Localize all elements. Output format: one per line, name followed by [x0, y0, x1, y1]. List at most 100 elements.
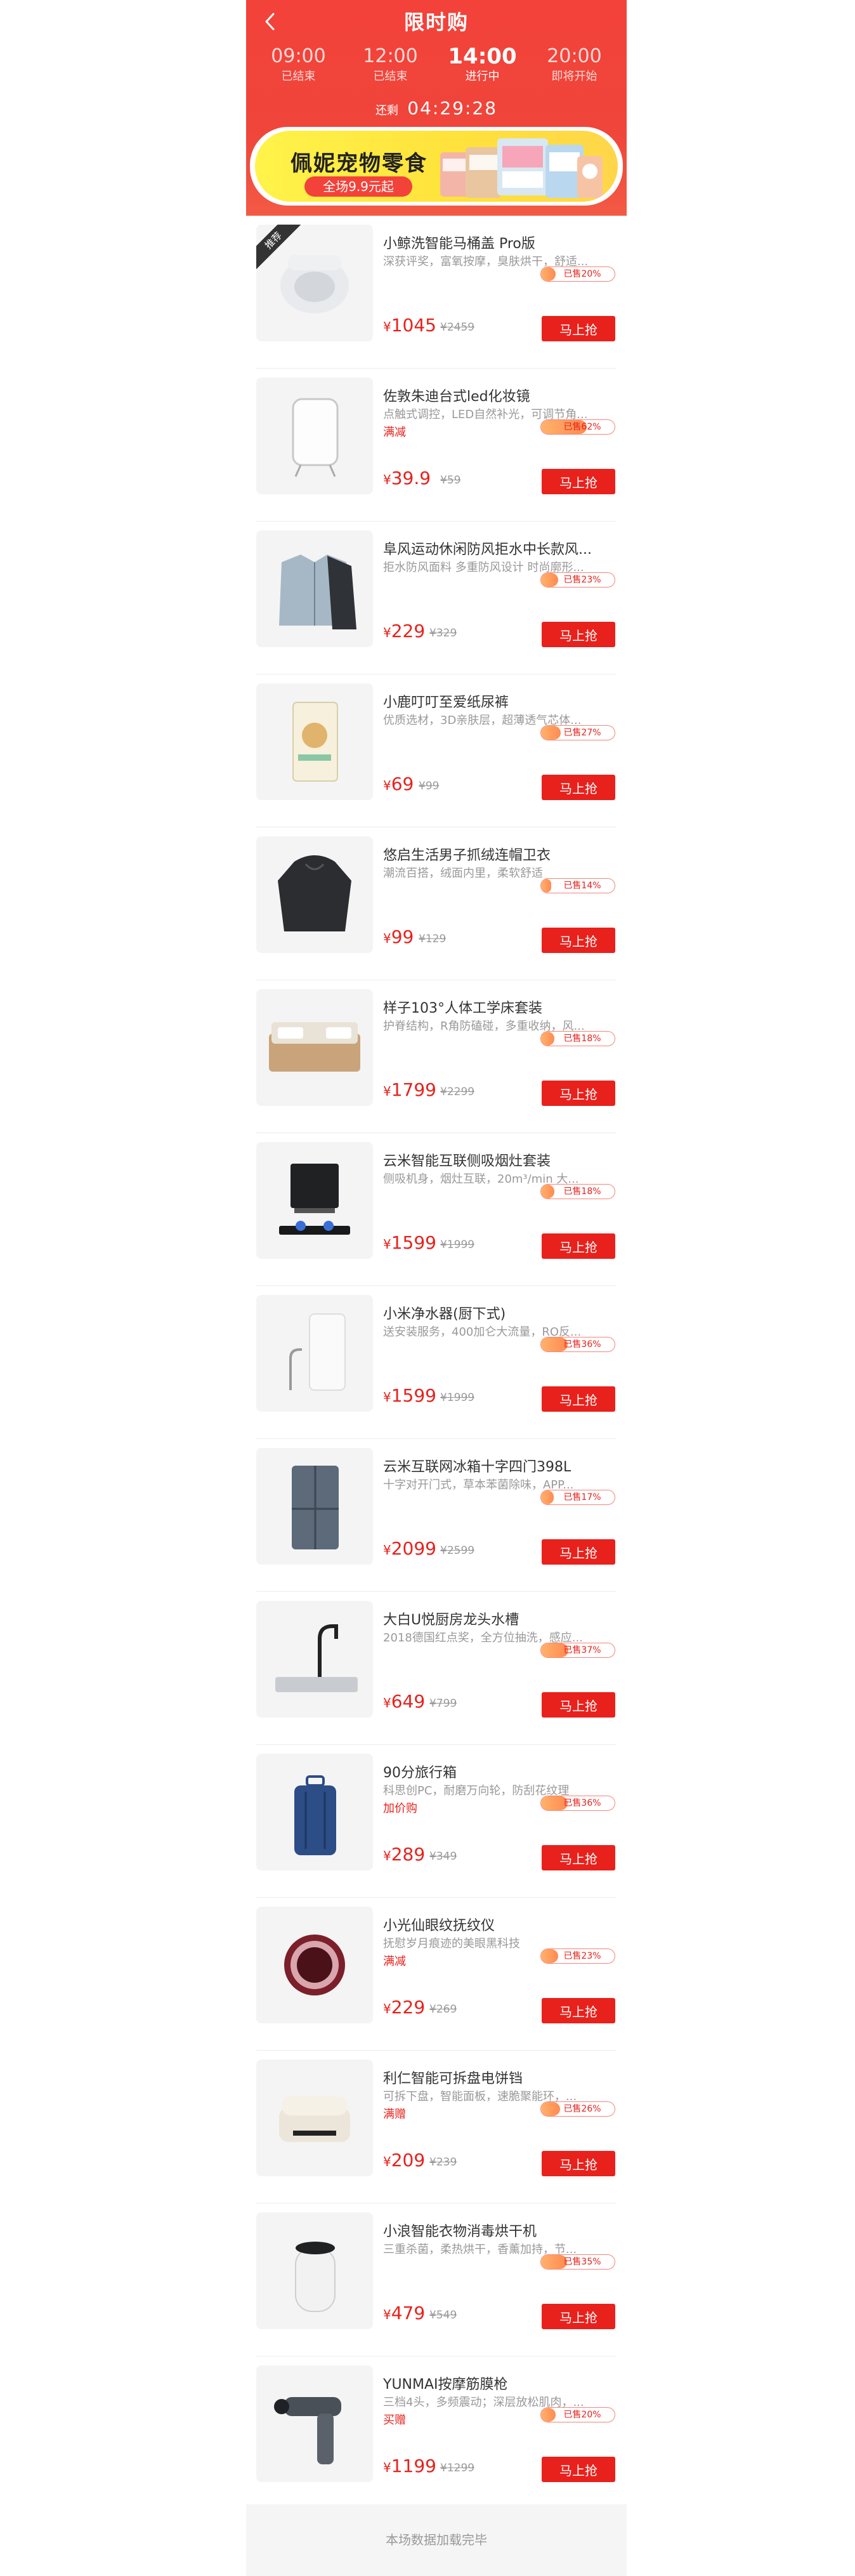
buy-now-button[interactable]: 马上抢 — [542, 316, 615, 341]
price-amount: 69 — [391, 773, 414, 794]
buy-now-button[interactable]: 马上抢 — [542, 2151, 615, 2176]
buy-now-button[interactable]: 马上抢 — [542, 2457, 615, 2482]
product-item[interactable]: 小浪智能衣物消毒烘干机 三重杀菌，柔热烘干，香薰加持，节... 已售35% ¥479 ¥… — [256, 2204, 617, 2356]
sale-price: ¥99 — [383, 926, 414, 947]
nav-bar: 限时购 — [246, 0, 627, 44]
tab-slot-1400[interactable]: 14:00 进行中 — [445, 44, 521, 95]
promo-tag: 满减 — [383, 426, 406, 439]
list-end-note: 本场数据加载完毕 — [246, 2504, 627, 2576]
recommend-corner-tag: 推荐 — [256, 225, 301, 269]
currency-symbol: ¥ — [383, 1848, 391, 1863]
product-item[interactable]: 小光仙眼纹抚纹仪 抚慰岁月痕迹的美眼黑科技 满减 已售23% ¥229 ¥269 马上抢 — [256, 1898, 617, 2051]
promo-tag: 买赠 — [383, 2414, 406, 2427]
product-image[interactable]: 推荐 — [256, 225, 373, 341]
range-hood-icon — [279, 1164, 350, 1235]
currency-symbol: ¥ — [383, 2307, 391, 2322]
original-price: ¥2299 — [440, 1086, 475, 1098]
promo-banner[interactable]: 佩妮宠物零食 全场9.9元起 — [250, 127, 623, 206]
product-image[interactable] — [256, 1907, 373, 2023]
sale-price: ¥1799 — [383, 1079, 436, 1100]
product-name: 云米互联网冰箱十字四门398L — [383, 1459, 571, 1475]
promo-tag: 加价购 — [383, 1802, 417, 1815]
product-item[interactable]: 云米智能互联侧吸烟灶套装 侧吸机身，烟灶互联，20m³/min 大... 已售18%… — [256, 1133, 617, 1286]
product-item[interactable]: 样子103°人体工学床套装 护脊结构，R角防磕碰，多重收纳，风... 已售18% ¥1… — [256, 980, 617, 1133]
product-image[interactable] — [256, 1142, 373, 1259]
product-image[interactable] — [256, 836, 373, 953]
sale-price: ¥229 — [383, 1997, 425, 2018]
product-item[interactable]: 推荐 小鲸洗智能马桶盖 Pro版 深获评奖，富氧按摩，臭肤烘干，舒适... 已售20%… — [256, 216, 617, 369]
product-image[interactable] — [256, 989, 373, 1106]
sold-progress: 已售18% — [540, 1031, 615, 1046]
product-image[interactable] — [256, 378, 373, 494]
sold-percent-label: 已售17% — [563, 1492, 601, 1502]
sale-price: ¥69 — [383, 773, 414, 794]
original-price: ¥1999 — [440, 1239, 475, 1251]
buy-now-button[interactable]: 马上抢 — [542, 1998, 615, 2023]
product-image[interactable] — [256, 683, 373, 800]
buy-now-button[interactable]: 马上抢 — [542, 775, 615, 800]
product-image[interactable] — [256, 1295, 373, 1412]
product-image[interactable] — [256, 2060, 373, 2176]
buy-now-button[interactable]: 马上抢 — [542, 928, 615, 953]
sale-price: ¥479 — [383, 2303, 425, 2323]
product-item[interactable]: 利仁智能可拆盘电饼铛 可拆下盘，智能面板，速脆聚能环，... 满赠 已售26% ¥209… — [256, 2051, 617, 2204]
buy-now-button[interactable]: 马上抢 — [542, 1845, 615, 1870]
sold-percent-label: 已售37% — [563, 1645, 601, 1655]
product-item[interactable]: 阜风运动休闲防风拒水中长款风... 拒水防风面料 多重防风设计 时尚廓形... 已售… — [256, 522, 617, 674]
tab-slot-2000[interactable]: 20:00 即将开始 — [537, 44, 613, 95]
product-image[interactable] — [256, 1448, 373, 1565]
product-image[interactable] — [256, 530, 373, 647]
original-price: ¥1299 — [440, 2462, 475, 2474]
product-image[interactable] — [256, 1601, 373, 1718]
product-image[interactable] — [256, 2365, 373, 2482]
product-name: 云米智能互联侧吸烟灶套装 — [383, 1153, 551, 1169]
buy-now-button[interactable]: 马上抢 — [542, 1233, 615, 1259]
product-item[interactable]: 云米互联网冰箱十字四门398L 十字对开门式，草本苯菌除味，APP... 已售17%… — [256, 1439, 617, 1592]
sold-percent-label: 已售18% — [563, 1186, 601, 1197]
promo-tag: 满减 — [383, 1955, 406, 1968]
product-image[interactable] — [256, 2212, 373, 2329]
buy-now-button[interactable]: 马上抢 — [542, 1692, 615, 1718]
product-item[interactable]: 悠启生活男子抓绒连帽卫衣 潮流百搭，绒面内里，柔软舒适 已售14% ¥99 ¥129 马上… — [256, 827, 617, 980]
product-item[interactable]: 小鹿叮叮至爱纸尿裤 优质选材，3D亲肤层，超薄透气芯体... 已售27% ¥69 ¥99… — [256, 674, 617, 827]
sold-progress: 已售23% — [540, 572, 615, 588]
product-name: 大白U悦厨房龙头水槽 — [383, 1612, 519, 1628]
pet-snack-products-icon — [440, 138, 603, 198]
product-item[interactable]: 大白U悦厨房龙头水槽 2018德国红点奖，全方位抽洗，感应... 已售37% ¥649… — [256, 1592, 617, 1745]
buy-now-button[interactable]: 马上抢 — [542, 1081, 615, 1106]
product-name: 佐敦朱迪台式led化妆镜 — [383, 389, 530, 405]
slot-state: 进行中 — [465, 70, 500, 83]
price-amount: 39.9 — [391, 468, 431, 489]
griddle-icon — [279, 2096, 350, 2142]
currency-symbol: ¥ — [383, 319, 391, 334]
product-image[interactable] — [256, 1754, 373, 1870]
original-price: ¥99 — [419, 780, 440, 792]
mirror-icon — [292, 398, 339, 477]
buy-now-button[interactable]: 马上抢 — [542, 2304, 615, 2329]
original-price: ¥549 — [429, 2309, 457, 2322]
product-item[interactable]: 90分旅行箱 科思创PC，耐磨万向轮，防刮花纹理 加价购 已售36% ¥289 ¥349 马… — [256, 1745, 617, 1898]
product-item[interactable]: YUNMAI按摩筋膜枪 三档4头，多频震动；深层放松肌肉，... 买赠 已售20% ¥1… — [256, 2356, 617, 2509]
tab-slot-1200[interactable]: 12:00 已结束 — [353, 44, 429, 95]
product-name: 小米净水器(厨下式) — [383, 1306, 506, 1322]
original-price: ¥2459 — [440, 321, 475, 334]
buy-now-button[interactable]: 马上抢 — [542, 469, 615, 494]
product-name: YUNMAI按摩筋膜枪 — [383, 2377, 508, 2393]
price-amount: 209 — [391, 2150, 426, 2171]
buy-now-button[interactable]: 马上抢 — [542, 1539, 615, 1565]
jacket-icon — [279, 555, 356, 629]
price-amount: 1799 — [391, 1079, 436, 1100]
price-amount: 229 — [391, 621, 426, 641]
buy-now-button[interactable]: 马上抢 — [542, 1386, 615, 1412]
product-item[interactable]: 小米净水器(厨下式) 送安装服务，400加仑大流量，RO反... 已售36% ¥159… — [256, 1286, 617, 1439]
bed-icon — [269, 1022, 360, 1072]
currency-symbol: ¥ — [383, 1084, 391, 1099]
price-amount: 1045 — [391, 315, 436, 336]
product-item[interactable]: 佐敦朱迪台式led化妆镜 点触式调控，LED自然补光，可调节角... 满减 已售62%… — [256, 369, 617, 522]
sold-progress: 已售20% — [540, 266, 615, 282]
buy-now-button[interactable]: 马上抢 — [542, 622, 615, 647]
sale-price: ¥2099 — [383, 1538, 436, 1559]
original-price: ¥129 — [419, 933, 447, 945]
tab-slot-0900[interactable]: 09:00 已结束 — [261, 44, 337, 95]
sold-progress: 已售36% — [540, 1796, 615, 1811]
